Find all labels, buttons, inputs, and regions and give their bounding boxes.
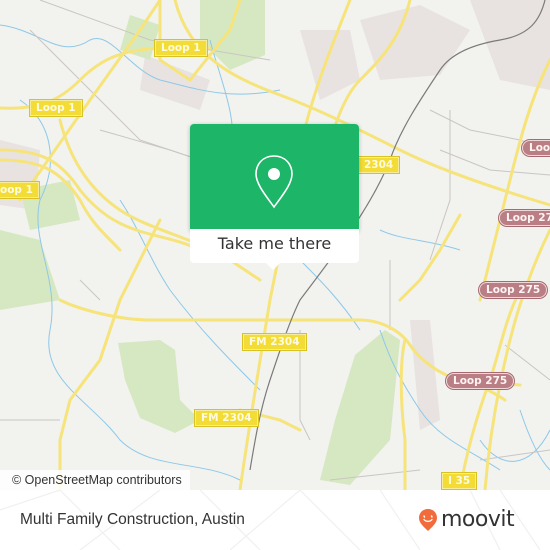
popup-header (190, 124, 359, 229)
map[interactable]: Loop 1 Loop 1 oop 1 2304 Loop Loop 275 L… (0, 0, 550, 490)
road-label-fm-2304: FM 2304 (195, 410, 258, 426)
road-label-loop-275: Loop 275 (479, 282, 548, 298)
road-label-i-35: I 35 (442, 473, 477, 489)
moovit-wordmark: moovit (441, 507, 515, 532)
road-label-loop-275: Loop 275 (446, 373, 515, 389)
road-label-loop-1: Loop 1 (30, 100, 82, 116)
footer: Multi Family Construction, Austin moovit (0, 490, 550, 550)
location-pin-icon (255, 155, 293, 209)
road-label-loop-1: Loop 1 (155, 40, 207, 56)
place-name: Multi Family Construction, Austin (20, 511, 245, 528)
road-label-loop-275: Loop 275 (499, 210, 550, 226)
destination-popup: Take me there (190, 124, 359, 270)
take-me-there-button[interactable]: Take me there (190, 227, 359, 261)
road-label-loop: Loop (522, 140, 550, 156)
road-label-loop-1: oop 1 (0, 182, 39, 198)
popup-pointer (265, 262, 281, 270)
popup-footer: Take me there (190, 229, 359, 263)
moovit-pin-icon (419, 508, 437, 531)
road-label-2304: 2304 (358, 157, 400, 173)
road-label-fm-2304: FM 2304 (243, 334, 306, 350)
map-attribution[interactable]: © OpenStreetMap contributors (0, 470, 190, 490)
moovit-logo[interactable]: moovit (418, 507, 515, 532)
